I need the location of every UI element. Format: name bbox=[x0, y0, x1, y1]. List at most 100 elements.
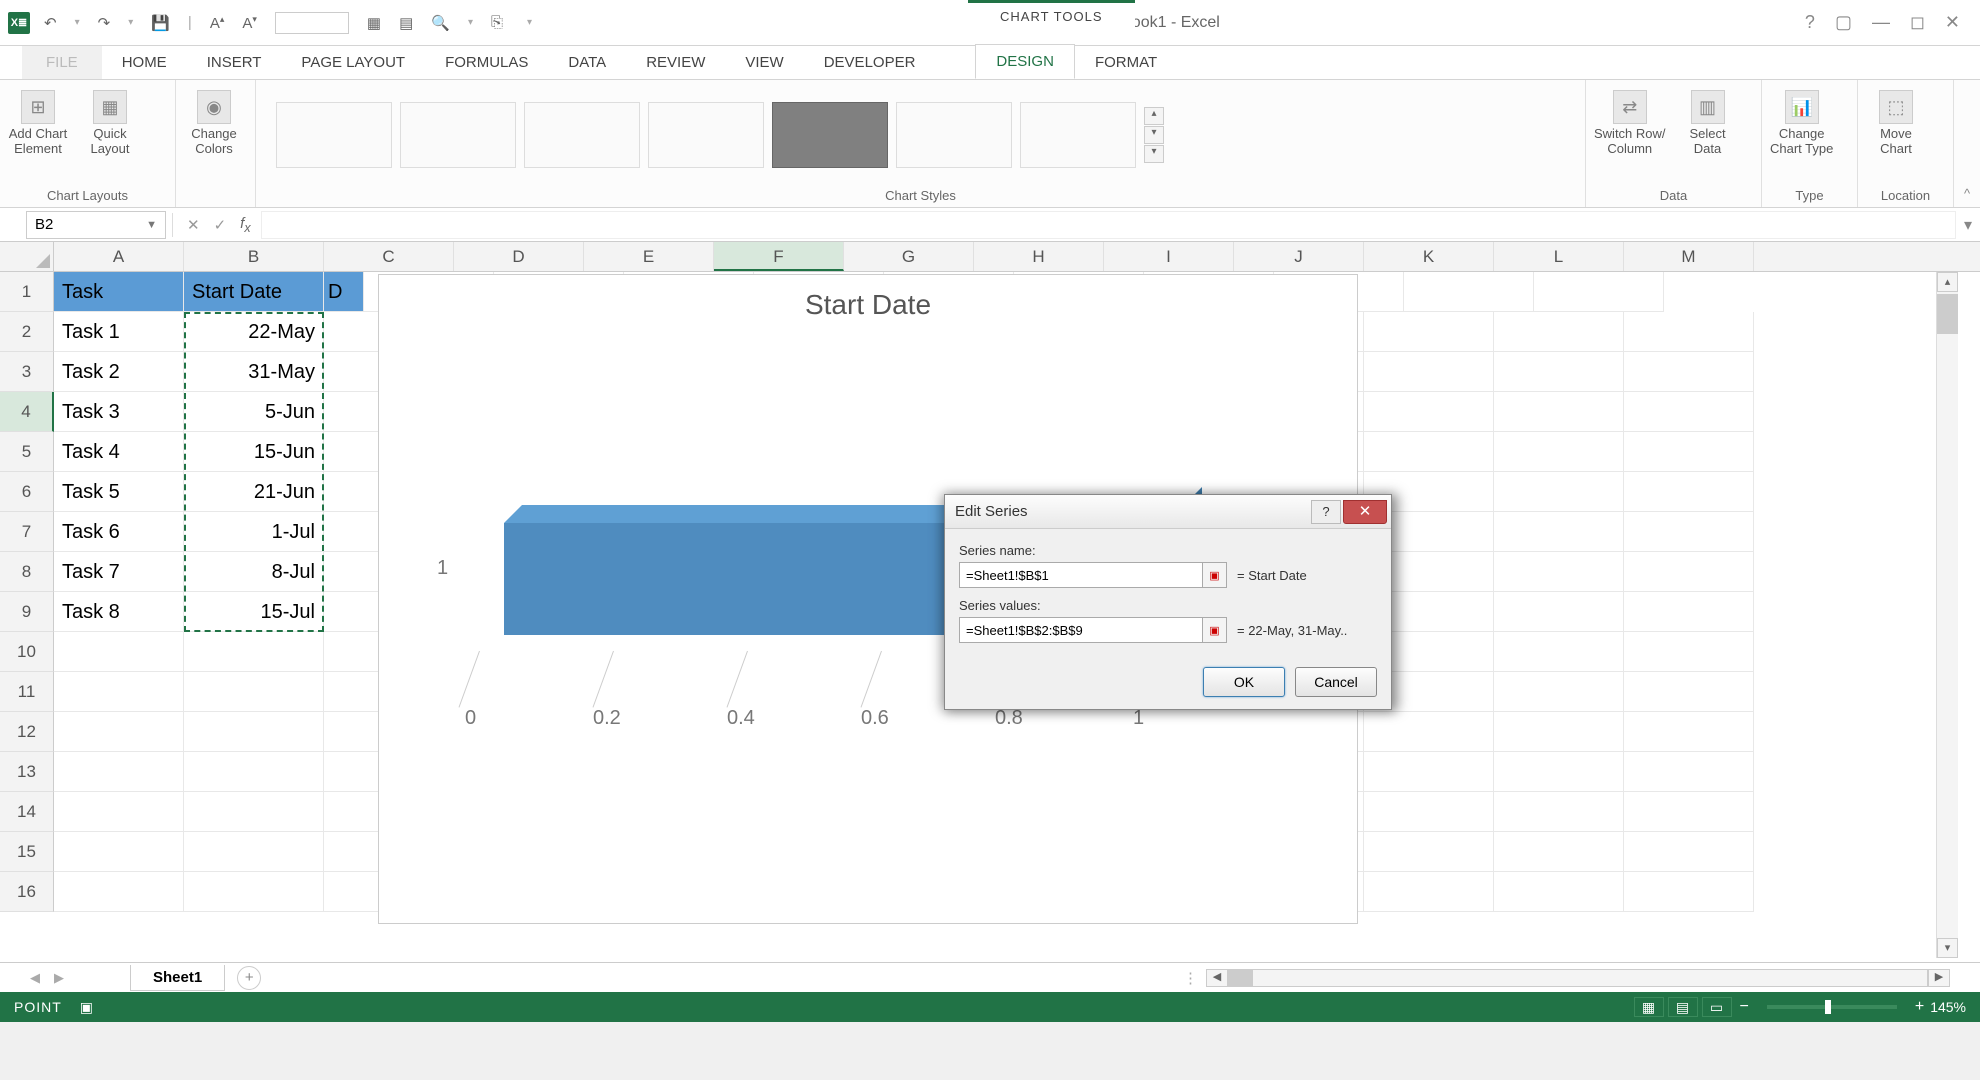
cell[interactable] bbox=[1494, 472, 1624, 512]
quick-layout-button[interactable]: ▦Quick Layout bbox=[80, 90, 140, 156]
cell[interactable] bbox=[1624, 672, 1754, 712]
cell[interactable] bbox=[184, 632, 324, 672]
chart-style-thumb[interactable] bbox=[276, 102, 392, 168]
cell[interactable] bbox=[1624, 632, 1754, 672]
column-header-B[interactable]: B bbox=[184, 242, 324, 271]
cell[interactable] bbox=[1364, 792, 1494, 832]
view-page-break-icon[interactable]: ▭ bbox=[1702, 997, 1732, 1017]
tab-view[interactable]: VIEW bbox=[725, 46, 803, 79]
enter-formula-icon[interactable]: ✓ bbox=[214, 216, 227, 234]
cell-A7[interactable]: Task 6 bbox=[54, 512, 184, 552]
cell[interactable] bbox=[1494, 832, 1624, 872]
cell[interactable] bbox=[1494, 312, 1624, 352]
column-header-G[interactable]: G bbox=[844, 242, 974, 271]
column-header-C[interactable]: C bbox=[324, 242, 454, 271]
cell-A2[interactable]: Task 1 bbox=[54, 312, 184, 352]
tab-insert[interactable]: INSERT bbox=[187, 46, 282, 79]
change-chart-type-button[interactable]: 📊Change Chart Type bbox=[1770, 90, 1833, 156]
cell[interactable] bbox=[1624, 392, 1754, 432]
cell[interactable] bbox=[1624, 592, 1754, 632]
move-chart-button[interactable]: ⬚Move Chart bbox=[1866, 90, 1926, 156]
view-normal-icon[interactable]: ▦ bbox=[1634, 997, 1664, 1017]
tab-home[interactable]: HOME bbox=[102, 46, 187, 79]
dropdown-icon[interactable]: ▾ bbox=[464, 15, 477, 30]
view-page-layout-icon[interactable]: ▤ bbox=[1668, 997, 1698, 1017]
cell[interactable] bbox=[1494, 752, 1624, 792]
scroll-up-icon[interactable]: ▴ bbox=[1937, 272, 1958, 292]
cell[interactable] bbox=[1494, 712, 1624, 752]
cancel-formula-icon[interactable]: ✕ bbox=[187, 216, 200, 234]
column-header-J[interactable]: J bbox=[1234, 242, 1364, 271]
maximize-icon[interactable]: ◻ bbox=[1910, 12, 1925, 33]
expand-formula-bar-icon[interactable]: ▾ bbox=[1956, 215, 1980, 235]
minimize-icon[interactable]: — bbox=[1872, 12, 1890, 33]
cancel-button[interactable]: Cancel bbox=[1295, 667, 1377, 697]
vertical-scrollbar[interactable]: ▴ ▾ bbox=[1936, 272, 1958, 958]
qat-icon[interactable]: 🔍 bbox=[427, 12, 454, 34]
cell[interactable] bbox=[1494, 432, 1624, 472]
zoom-in-icon[interactable]: + bbox=[1909, 998, 1930, 1016]
tab-format[interactable]: FORMAT bbox=[1075, 46, 1177, 79]
cell-A1[interactable]: Task bbox=[54, 272, 184, 312]
cell[interactable] bbox=[1364, 312, 1494, 352]
cell[interactable] bbox=[1624, 512, 1754, 552]
cell[interactable] bbox=[184, 792, 324, 832]
cell[interactable] bbox=[1364, 832, 1494, 872]
dialog-close-icon[interactable]: ✕ bbox=[1343, 500, 1387, 524]
cell-B6[interactable]: 21-Jun bbox=[184, 472, 324, 512]
column-header-L[interactable]: L bbox=[1494, 242, 1624, 271]
cell[interactable] bbox=[1494, 512, 1624, 552]
tab-formulas[interactable]: FORMULAS bbox=[425, 46, 548, 79]
select-data-button[interactable]: ▥Select Data bbox=[1678, 90, 1738, 156]
cell[interactable] bbox=[1624, 312, 1754, 352]
cell[interactable] bbox=[1364, 712, 1494, 752]
tab-page-layout[interactable]: PAGE LAYOUT bbox=[281, 46, 425, 79]
cell[interactable] bbox=[1624, 752, 1754, 792]
name-box[interactable]: B2▼ bbox=[26, 211, 166, 239]
tab-developer[interactable]: DEVELOPER bbox=[804, 46, 936, 79]
chart-style-thumb[interactable] bbox=[524, 102, 640, 168]
cell[interactable] bbox=[1494, 632, 1624, 672]
cell-A8[interactable]: Task 7 bbox=[54, 552, 184, 592]
dialog-help-icon[interactable]: ? bbox=[1311, 500, 1341, 524]
cell-B9[interactable]: 15-Jul bbox=[184, 592, 324, 632]
column-header-I[interactable]: I bbox=[1104, 242, 1234, 271]
cell[interactable] bbox=[1494, 872, 1624, 912]
chart-style-thumb-selected[interactable] bbox=[772, 102, 888, 168]
series-values-input[interactable] bbox=[959, 617, 1203, 643]
cell[interactable] bbox=[1364, 352, 1494, 392]
increase-font-icon[interactable]: A▴ bbox=[206, 12, 229, 34]
cell[interactable] bbox=[54, 672, 184, 712]
cell[interactable] bbox=[1624, 712, 1754, 752]
horizontal-scrollbar[interactable]: ⋮ ◀ ▶ bbox=[1183, 969, 1950, 987]
change-colors-button[interactable]: ◉Change Colors bbox=[184, 90, 244, 156]
scroll-down-icon[interactable]: ▾ bbox=[1937, 938, 1958, 958]
scroll-thumb[interactable] bbox=[1937, 294, 1958, 334]
chart-style-thumb[interactable] bbox=[1020, 102, 1136, 168]
ribbon-display-icon[interactable]: ▢ bbox=[1835, 12, 1852, 33]
cell-A5[interactable]: Task 4 bbox=[54, 432, 184, 472]
qat-icon[interactable]: ⎘ bbox=[487, 12, 507, 33]
new-sheet-button[interactable]: + bbox=[237, 966, 261, 990]
select-all-corner[interactable] bbox=[0, 242, 54, 271]
cell-B1[interactable]: Start Date bbox=[184, 272, 324, 312]
add-chart-element-button[interactable]: ⊞Add Chart Element bbox=[8, 90, 68, 156]
cell[interactable] bbox=[54, 792, 184, 832]
tab-data[interactable]: DATA bbox=[548, 46, 626, 79]
undo-icon[interactable]: ↶ bbox=[40, 12, 61, 34]
zoom-out-icon[interactable]: − bbox=[1734, 998, 1755, 1016]
cell[interactable] bbox=[1404, 272, 1534, 312]
cell[interactable] bbox=[1624, 792, 1754, 832]
cell-B5[interactable]: 15-Jun bbox=[184, 432, 324, 472]
cell[interactable] bbox=[1494, 552, 1624, 592]
cell-B8[interactable]: 8-Jul bbox=[184, 552, 324, 592]
cell[interactable] bbox=[54, 872, 184, 912]
sheet-nav-arrows[interactable]: ◀▶ bbox=[30, 970, 64, 986]
chart-style-thumb[interactable] bbox=[648, 102, 764, 168]
cell[interactable] bbox=[54, 752, 184, 792]
cell[interactable] bbox=[184, 752, 324, 792]
redo-icon[interactable]: ↷ bbox=[94, 12, 115, 34]
cell-C1[interactable]: D bbox=[324, 272, 364, 312]
chart-style-thumb[interactable] bbox=[400, 102, 516, 168]
macro-record-icon[interactable]: ▣ bbox=[80, 999, 93, 1016]
